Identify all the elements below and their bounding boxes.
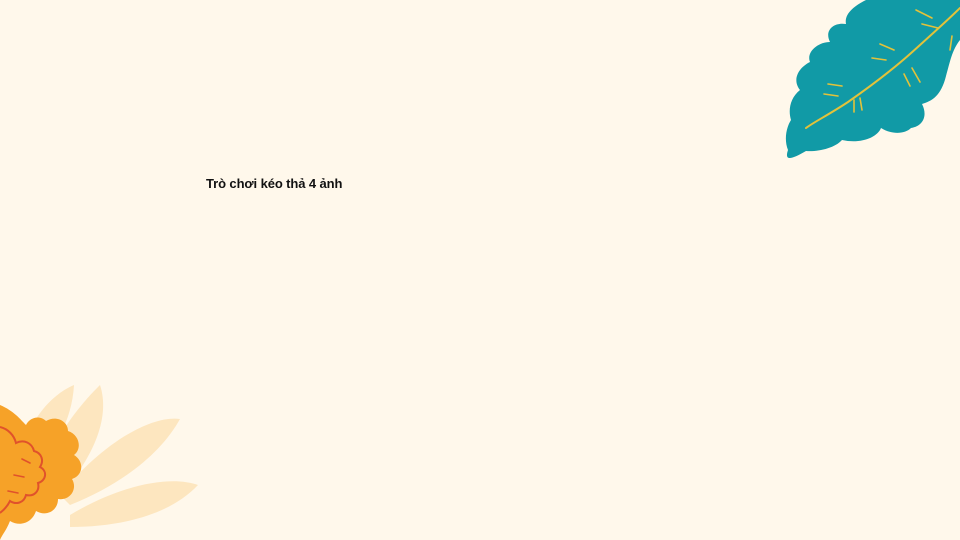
- tropical-leaf-icon: [785, 0, 960, 159]
- slide-canvas: Trò chơi kéo thả 4 ảnh: [0, 0, 960, 540]
- slide-title: Trò chơi kéo thả 4 ảnh: [206, 176, 343, 191]
- flower-icon: [0, 385, 198, 540]
